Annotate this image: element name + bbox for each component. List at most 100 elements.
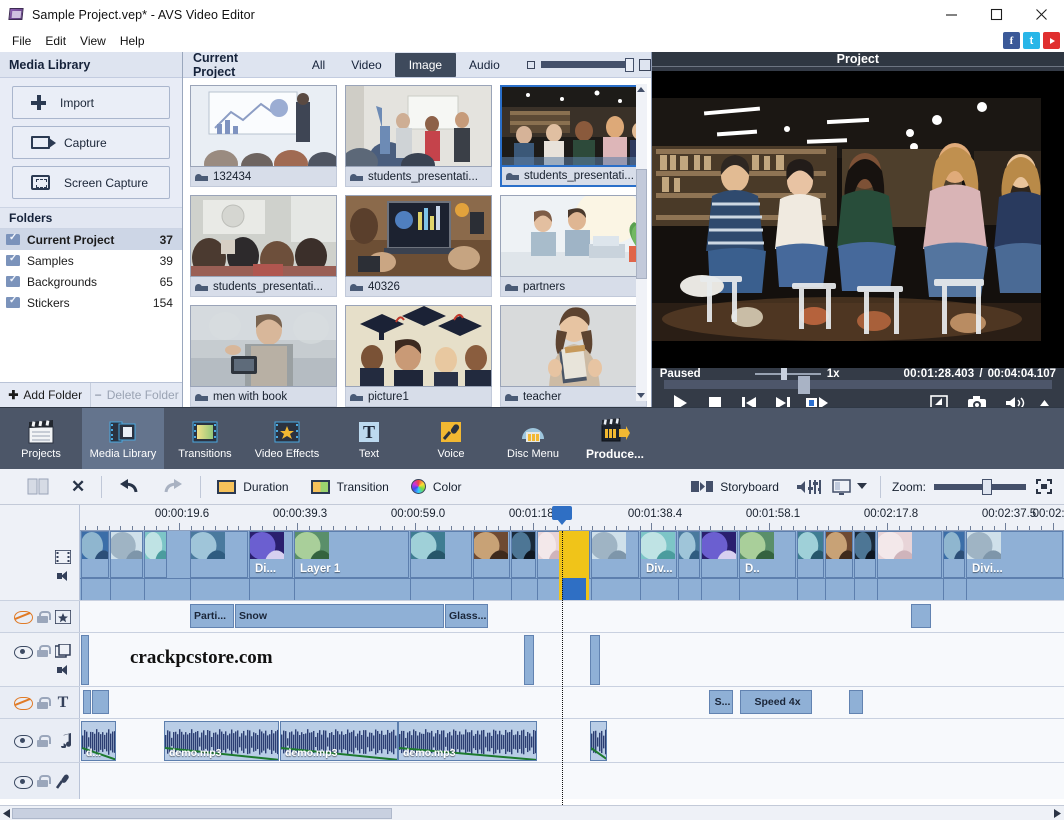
thumbnail-size-slider[interactable]: [526, 58, 651, 72]
audio-clip[interactable]: demo.mp3: [280, 721, 398, 761]
import-button[interactable]: Import: [12, 86, 170, 119]
preview-video[interactable]: [651, 71, 1064, 368]
lock-icon[interactable]: [37, 696, 51, 709]
text-clip[interactable]: [83, 690, 91, 714]
video-clip[interactable]: [110, 531, 143, 578]
video-clip[interactable]: D..: [739, 531, 796, 578]
video-clip[interactable]: [943, 531, 965, 578]
mode-projects[interactable]: Projects: [0, 408, 82, 470]
eye-icon[interactable]: [14, 775, 33, 789]
track-body-effects[interactable]: Parti... Snow Glass...: [80, 601, 1064, 632]
media-item[interactable]: partners: [499, 195, 647, 297]
filter-video[interactable]: Video: [338, 54, 394, 76]
scroll-left-icon[interactable]: [0, 808, 12, 818]
video-clip[interactable]: [854, 531, 876, 578]
video-clip[interactable]: [825, 531, 853, 578]
filter-audio[interactable]: Audio: [456, 54, 513, 76]
video-clip[interactable]: [701, 531, 738, 578]
audio-clip[interactable]: demo.mp3: [398, 721, 537, 761]
eye-off-icon[interactable]: [14, 611, 33, 624]
eye-icon[interactable]: [14, 735, 33, 748]
close-button[interactable]: [1019, 0, 1064, 29]
media-item[interactable]: 40326: [344, 195, 492, 297]
track-body-audio[interactable]: d... demo.mp3 demo.mp3 demo.mp3: [80, 719, 1064, 762]
effect-clip[interactable]: [911, 604, 931, 628]
timeline-scrollbar[interactable]: [0, 805, 1064, 820]
overlay-clip[interactable]: [524, 635, 534, 685]
redo-icon[interactable]: [151, 469, 195, 504]
microphone-icon[interactable]: [54, 773, 72, 789]
hscroll-thumb[interactable]: [12, 807, 392, 819]
text-clip[interactable]: Speed 4x: [740, 690, 812, 714]
track-body-overlay[interactable]: crackpcstore.com: [80, 633, 1064, 686]
scroll-up-icon[interactable]: [636, 84, 647, 95]
lock-icon[interactable]: [37, 734, 51, 747]
facebook-icon[interactable]: f: [1003, 32, 1020, 49]
display-mode-icon[interactable]: [828, 478, 855, 495]
menu-view[interactable]: View: [73, 32, 113, 50]
mode-video-effects[interactable]: Video Effects: [246, 408, 328, 470]
media-item-selected[interactable]: students_presentati...: [499, 85, 647, 187]
timeline-zoom-knob[interactable]: [981, 478, 992, 495]
undo-icon[interactable]: [107, 469, 151, 504]
media-item[interactable]: 132434: [189, 85, 337, 187]
media-item[interactable]: men with book: [189, 305, 337, 407]
minimize-button[interactable]: [929, 0, 974, 29]
video-clip[interactable]: [144, 531, 167, 578]
audio-clip[interactable]: d...: [81, 721, 116, 761]
video-clip[interactable]: Div...: [640, 531, 677, 578]
mode-media-library[interactable]: Media Library: [82, 408, 164, 470]
track-body-video[interactable]: Di... Layer 1 Div... D.. Divi...: [80, 531, 1064, 600]
track-body-voice[interactable]: [80, 763, 1064, 799]
twitter-icon[interactable]: t: [1023, 32, 1040, 49]
effect-clip[interactable]: Parti...: [190, 604, 234, 628]
transition-button[interactable]: Transition: [300, 469, 400, 504]
speed-track[interactable]: [754, 368, 821, 380]
mode-voice[interactable]: Voice: [410, 408, 492, 470]
audio-clip[interactable]: [590, 721, 607, 761]
video-clip[interactable]: [81, 531, 109, 578]
youtube-icon[interactable]: [1043, 32, 1060, 49]
media-item[interactable]: students_presentati...: [189, 195, 337, 297]
overlay-clip[interactable]: [590, 635, 600, 685]
eye-icon[interactable]: [14, 645, 33, 659]
filter-image[interactable]: Image: [394, 52, 457, 77]
video-clip[interactable]: Layer 1: [294, 531, 409, 578]
folder-item-current-project[interactable]: Current Project 37: [0, 229, 182, 250]
lock-icon[interactable]: [37, 610, 51, 623]
duration-button[interactable]: Duration: [206, 469, 299, 504]
folder-item-samples[interactable]: Samples 39: [0, 250, 182, 271]
speaker-icon[interactable]: [57, 571, 72, 582]
speaker-icon[interactable]: [57, 665, 72, 676]
video-clip[interactable]: [678, 531, 700, 578]
music-icon[interactable]: [54, 733, 72, 749]
mode-text[interactable]: T Text: [328, 408, 410, 470]
add-folder-button[interactable]: ✚ Add Folder: [0, 383, 90, 407]
maximize-button[interactable]: [974, 0, 1019, 29]
menu-file[interactable]: File: [5, 32, 38, 50]
color-button[interactable]: Color: [400, 469, 473, 504]
thumb-size-track[interactable]: [540, 58, 634, 72]
mode-produce[interactable]: Produce...: [574, 408, 656, 470]
video-clip[interactable]: [511, 531, 536, 578]
speed-knob[interactable]: [781, 368, 788, 380]
chevron-down-icon[interactable]: [855, 483, 875, 490]
text-clip[interactable]: [92, 690, 109, 714]
menu-edit[interactable]: Edit: [38, 32, 73, 50]
screen-capture-button[interactable]: Screen Capture: [12, 166, 170, 199]
effect-clip[interactable]: Snow: [235, 604, 444, 628]
filter-all[interactable]: All: [299, 54, 338, 76]
lock-icon[interactable]: [37, 775, 51, 787]
audio-mixer-icon[interactable]: [790, 479, 828, 495]
playhead-handle[interactable]: [552, 506, 572, 525]
audio-clip[interactable]: demo.mp3: [164, 721, 279, 761]
seek-bar[interactable]: [652, 376, 1064, 394]
media-item[interactable]: picture1: [344, 305, 492, 407]
folder-item-backgrounds[interactable]: Backgrounds 65: [0, 271, 182, 292]
video-clip[interactable]: [591, 531, 639, 578]
scroll-right-icon[interactable]: [1050, 808, 1064, 818]
video-clip[interactable]: Di...: [249, 531, 293, 578]
capture-button[interactable]: Capture: [12, 126, 170, 159]
delete-x-icon[interactable]: ✕: [60, 469, 96, 504]
timeline-zoom-track[interactable]: [934, 478, 1026, 495]
